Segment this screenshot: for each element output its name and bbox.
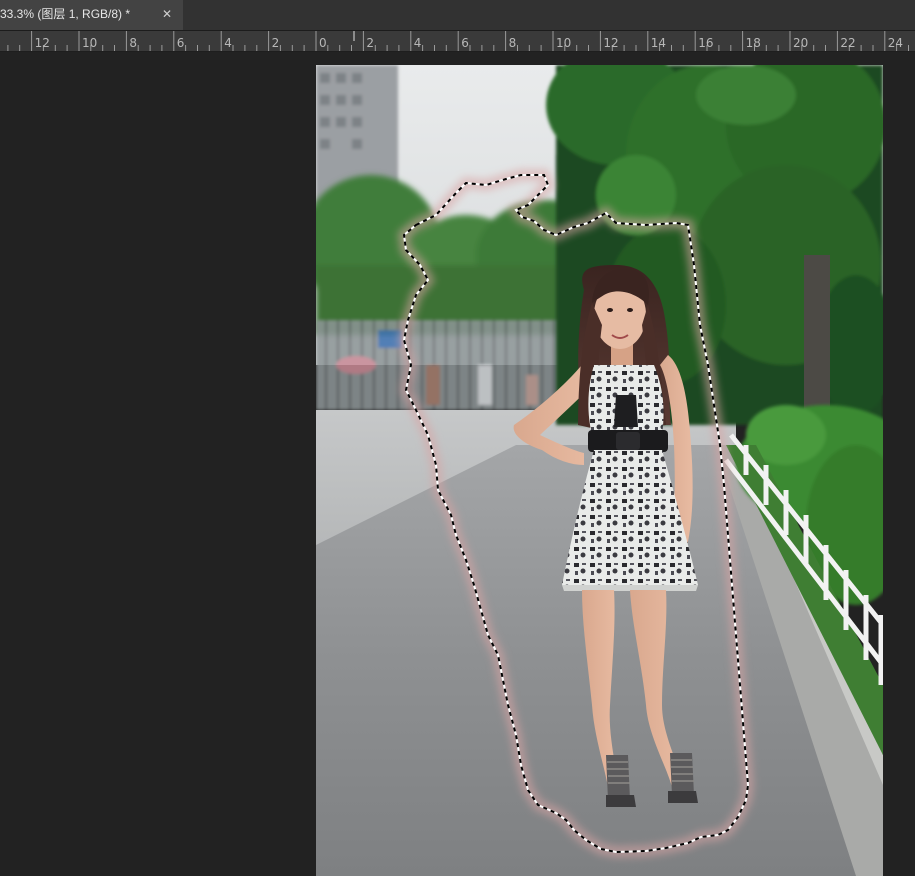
ruler-label: 8 [129, 36, 137, 50]
ruler-label: 6 [461, 36, 469, 50]
horizontal-ruler[interactable]: 12 10 8 6 4 2 0 2 4 6 8 10 12 14 16 18 20 22 24 [0, 31, 915, 52]
ruler-label: 12 [603, 36, 618, 50]
ruler-label: 18 [746, 36, 761, 50]
document-tab-bar: 33.3% (图层 1, RGB/8) * ✕ [0, 0, 915, 31]
ruler-label: 8 [509, 36, 517, 50]
ruler-label: 6 [177, 36, 185, 50]
ruler-label: 2 [272, 36, 280, 50]
ruler-label: 4 [224, 36, 232, 50]
document-tab-title: 33.3% (图层 1, RGB/8) * [0, 7, 131, 21]
ruler-label: 10 [556, 36, 571, 50]
ruler-label: 0 [319, 36, 327, 50]
canvas-workspace[interactable] [0, 52, 915, 876]
ruler-label: 2 [366, 36, 374, 50]
ruler-label: 10 [82, 36, 97, 50]
ruler-label: 4 [414, 36, 422, 50]
photoshop-window: 33.3% (图层 1, RGB/8) * ✕ 12 10 8 6 4 2 0 2 4 6 8 10 1… [0, 0, 915, 876]
ruler-label: 16 [698, 36, 713, 50]
ruler-graphic: 12 10 8 6 4 2 0 2 4 6 8 10 12 14 16 18 20 22 24 [7, 31, 909, 51]
ruler-label: 14 [651, 36, 666, 50]
ruler-label: 20 [793, 36, 808, 50]
photo-layer[interactable] [316, 65, 883, 876]
ruler-label: 12 [35, 36, 50, 50]
photo-image [316, 65, 883, 876]
close-icon[interactable]: ✕ [160, 0, 174, 28]
ruler-label: 24 [888, 36, 903, 50]
document-tab[interactable]: 33.3% (图层 1, RGB/8) * ✕ [0, 0, 183, 30]
ruler-label: 22 [840, 36, 855, 50]
